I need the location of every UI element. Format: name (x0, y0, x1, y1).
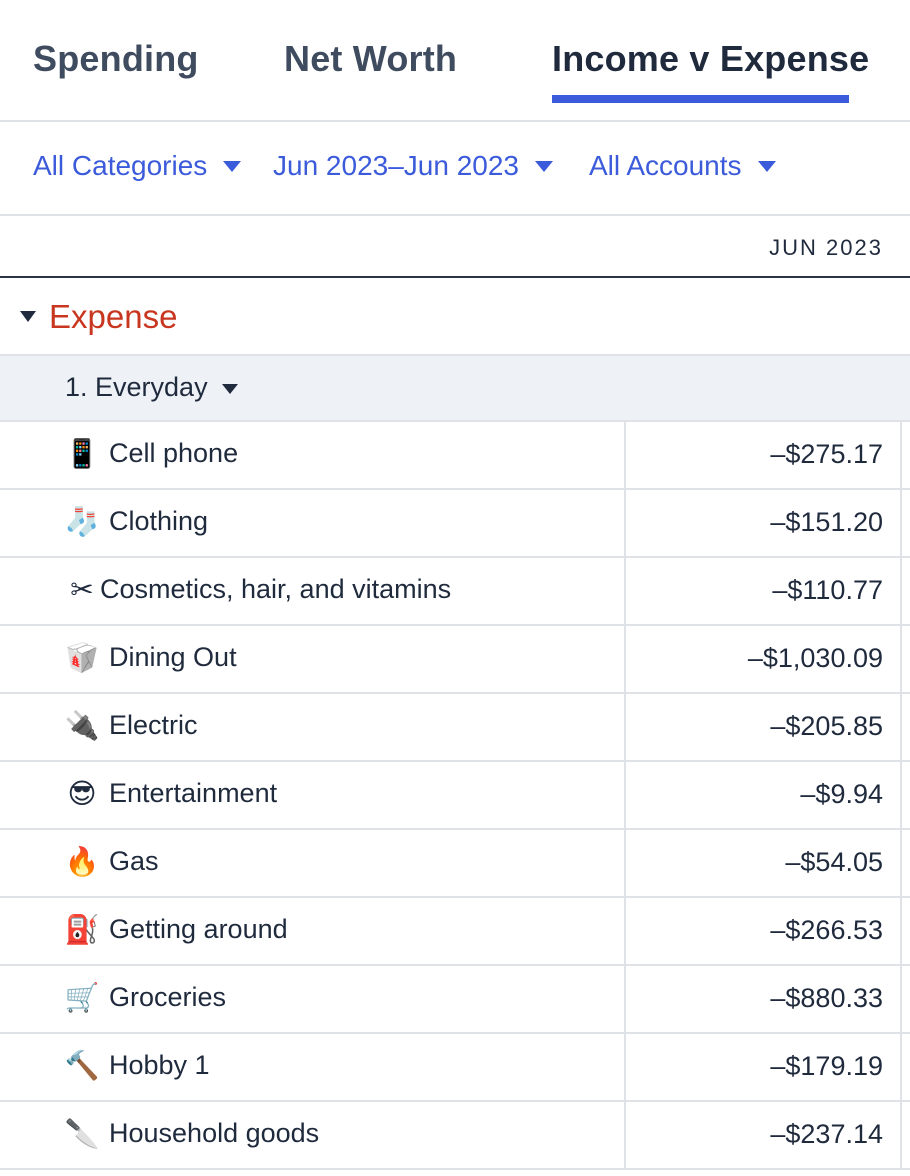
category-name-cell: 📱 Cell phone (0, 422, 626, 488)
caret-down-icon (535, 160, 553, 172)
column-divider (900, 966, 902, 1032)
category-amount: –$110.77 (772, 575, 883, 605)
category-name-cell: 🔥 Gas (0, 830, 626, 896)
category-row[interactable]: 📱 Cell phone –$275.17 (0, 422, 910, 490)
subgroup-label: 1. Everyday (65, 372, 208, 402)
column-divider (900, 558, 902, 624)
column-header: JUN 2023 (0, 216, 910, 278)
category-row[interactable]: 🛒 Groceries –$880.33 (0, 966, 910, 1034)
column-divider (900, 1034, 902, 1100)
socks-icon: 🧦 (64, 505, 100, 538)
category-name-cell: 🔌 Electric (0, 694, 626, 760)
hammer-icon: 🔨 (64, 1049, 100, 1082)
category-name: Electric (109, 710, 198, 740)
column-divider (900, 490, 902, 556)
electric-plug-icon: 🔌 (64, 709, 100, 742)
column-divider (900, 626, 902, 692)
tab-net-worth[interactable]: Net Worth (284, 38, 457, 80)
category-name-cell: 😎 Entertainment (0, 762, 626, 828)
category-name-cell: 🔨 Hobby 1 (0, 1034, 626, 1100)
accounts-filter-label: All Accounts (589, 150, 742, 181)
date-range-filter-label: Jun 2023–Jun 2023 (273, 150, 519, 181)
column-divider (900, 422, 902, 488)
category-row[interactable]: 🧦 Clothing –$151.20 (0, 490, 910, 558)
category-name: Hobby 1 (109, 1050, 210, 1080)
everyday-subgroup-header[interactable]: 1. Everyday (0, 356, 910, 422)
category-name: Clothing (109, 506, 209, 536)
date-range-filter-dropdown[interactable]: Jun 2023–Jun 2023 (273, 150, 553, 182)
caret-down-icon (223, 160, 242, 172)
expense-group-label: Expense (49, 298, 178, 335)
category-name-cell: 🔪 Household goods (0, 1102, 626, 1168)
category-amount: –$9.94 (800, 779, 883, 809)
fire-icon: 🔥 (64, 845, 100, 878)
category-name-cell: 🧦 Clothing (0, 490, 626, 556)
column-divider (900, 830, 902, 896)
column-divider (900, 694, 902, 760)
category-amount: –$179.19 (770, 1051, 883, 1081)
category-amount: –$54.05 (785, 847, 883, 877)
filter-bar: All Categories Jun 2023–Jun 2023 All Acc… (0, 122, 910, 216)
mobile-phone-icon: 📱 (64, 437, 100, 470)
category-row[interactable]: 😎 Entertainment –$9.94 (0, 762, 910, 830)
active-tab-indicator (552, 95, 849, 103)
takeout-box-icon: 🥡 (64, 641, 100, 674)
category-name: Groceries (109, 982, 227, 1012)
category-name-cell: 🥡 Dining Out (0, 626, 626, 692)
kitchen-knife-icon: 🔪 (64, 1117, 100, 1150)
fuel-pump-icon: ⛽ (64, 913, 100, 946)
column-divider (900, 898, 902, 964)
tab-spending[interactable]: Spending (33, 38, 199, 80)
category-row[interactable]: ⛽ Getting around –$266.53 (0, 898, 910, 966)
category-amount: –$266.53 (770, 915, 883, 945)
accounts-filter-dropdown[interactable]: All Accounts (589, 150, 776, 182)
category-amount: –$151.20 (770, 507, 883, 537)
category-name: Dining Out (109, 642, 237, 672)
category-name-cell: 🛒 Groceries (0, 966, 626, 1032)
category-name: Gas (109, 846, 159, 876)
category-name: Getting around (109, 914, 288, 944)
month-column-label: JUN 2023 (769, 235, 883, 260)
category-row[interactable]: 🔥 Gas –$54.05 (0, 830, 910, 898)
category-name: Cell phone (109, 438, 239, 468)
collapse-triangle-icon[interactable] (20, 311, 36, 322)
caret-down-icon (757, 160, 776, 172)
sunglasses-face-icon: 😎 (67, 777, 97, 810)
tab-income-v-expense[interactable]: Income v Expense (552, 38, 869, 80)
category-amount: –$237.14 (770, 1119, 883, 1149)
category-row[interactable]: ✂ Cosmetics, hair, and vitamins –$110.77 (0, 558, 910, 626)
category-name-cell: ✂ Cosmetics, hair, and vitamins (0, 558, 626, 624)
category-name: Household goods (109, 1118, 320, 1148)
category-name: Cosmetics, hair, and vitamins (100, 574, 452, 604)
categories-filter-dropdown[interactable]: All Categories (33, 150, 242, 182)
column-divider (900, 762, 902, 828)
shopping-cart-icon: 🛒 (64, 981, 100, 1014)
category-name-cell: ⛽ Getting around (0, 898, 626, 964)
caret-down-icon[interactable] (222, 384, 238, 394)
category-amount: –$880.33 (770, 983, 883, 1013)
category-row[interactable]: 🔪 Household goods –$237.14 (0, 1102, 910, 1170)
scissors-icon: ✂ (70, 573, 94, 606)
category-row[interactable]: 🔨 Hobby 1 –$179.19 (0, 1034, 910, 1102)
category-amount: –$205.85 (770, 711, 883, 741)
column-divider (900, 1102, 902, 1168)
categories-filter-label: All Categories (33, 150, 208, 181)
expense-group-header[interactable]: Expense (0, 278, 910, 356)
report-tabs: Spending Net Worth Income v Expense (0, 0, 910, 122)
category-rows: 📱 Cell phone –$275.17 🧦 Clothing –$151.2… (0, 422, 910, 1170)
category-row[interactable]: 🥡 Dining Out –$1,030.09 (0, 626, 910, 694)
category-row[interactable]: 🔌 Electric –$205.85 (0, 694, 910, 762)
category-amount: –$275.17 (770, 439, 883, 469)
category-amount: –$1,030.09 (747, 643, 883, 673)
category-name: Entertainment (109, 778, 278, 808)
